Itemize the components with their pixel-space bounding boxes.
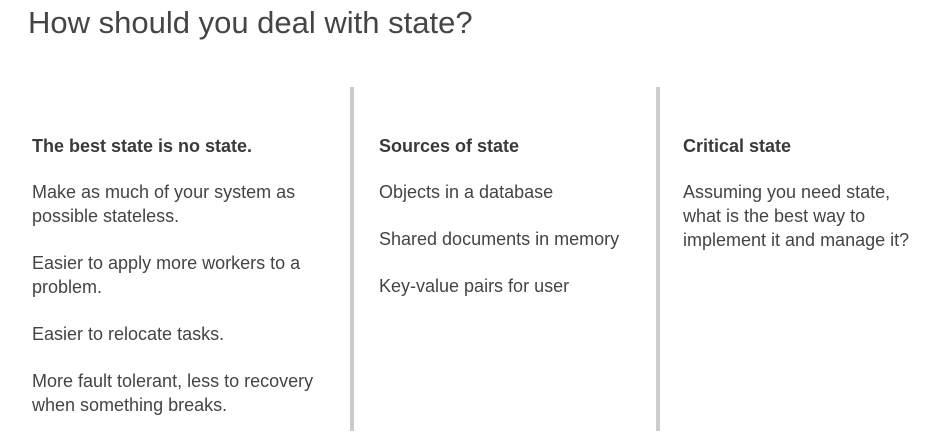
column-divider-1 (350, 87, 354, 431)
slide-title: How should you deal with state? (28, 5, 473, 40)
column-item: More fault tolerant, less to recovery wh… (32, 371, 314, 415)
column-item: Make as much of your system as possible … (32, 182, 296, 226)
column-item: Key-value pairs for user (379, 276, 570, 296)
column-no-state: The best state is no state. Make as much… (32, 134, 344, 440)
column-item: Assuming you need state, what is the bes… (683, 182, 910, 250)
column-heading-critical-state: Critical state (683, 136, 792, 156)
column-item: Objects in a database (379, 182, 554, 202)
column-item: Easier to apply more workers to a proble… (32, 253, 301, 297)
column-item: Shared documents in memory (379, 229, 620, 249)
column-critical-state: Critical state Assuming you need state, … (683, 134, 933, 275)
column-divider-2 (656, 87, 660, 431)
column-item: Easier to relocate tasks. (32, 324, 225, 344)
column-sources-of-state: Sources of state Objects in a database S… (379, 134, 651, 321)
column-heading-sources-of-state: Sources of state (379, 136, 520, 156)
column-heading-no-state: The best state is no state. (32, 136, 253, 156)
